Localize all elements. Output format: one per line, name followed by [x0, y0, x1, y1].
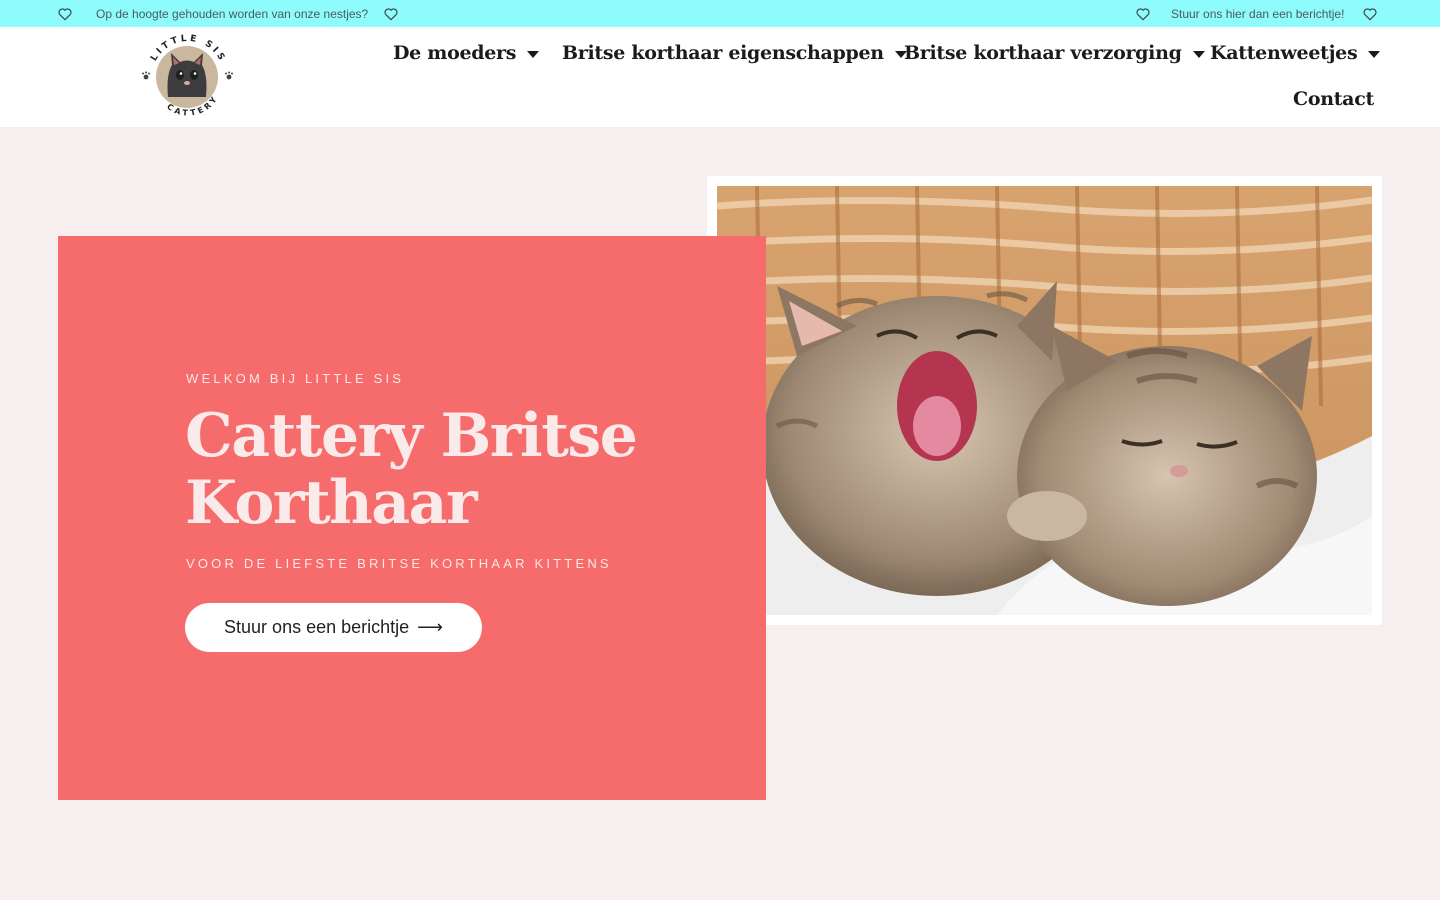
heart-icon [1135, 6, 1151, 22]
announcement-bar: Op de hoogte gehouden worden van onze ne… [0, 0, 1440, 27]
announcement-left[interactable]: Op de hoogte gehouden worden van onze ne… [57, 0, 399, 27]
hero-kittens-image [717, 186, 1372, 615]
nav-label[interactable]: Britse korthaar eigenschappen [562, 42, 884, 64]
nav-item-de-moeders[interactable]: De moeders [393, 42, 540, 64]
heart-icon [1362, 6, 1378, 22]
nav-label[interactable]: De moeders [393, 42, 516, 64]
site-logo[interactable]: LITTLE SIS CATTERY [138, 31, 238, 125]
announcement-right-text[interactable]: Stuur ons hier dan een berichtje! [1171, 7, 1344, 21]
contact-cta-button[interactable]: Stuur ons een berichtje ⟶ [185, 603, 482, 652]
nav-label[interactable]: Contact [1293, 88, 1374, 110]
heart-icon [57, 6, 73, 22]
nav-item-verzorging[interactable]: Britse korthaar verzorging [904, 42, 1205, 64]
hero-eyebrow: WELKOM BIJ LITTLE SIS [186, 371, 405, 386]
caret-down-icon[interactable] [1368, 50, 1381, 58]
heart-icon [383, 6, 399, 22]
hero-title: Cattery Britse Korthaar [185, 401, 638, 538]
nav-label[interactable]: Britse korthaar verzorging [904, 42, 1182, 64]
nav-item-kattenweetjes[interactable]: Kattenweetjes [1210, 42, 1381, 64]
hero-subline: VOOR DE LIEFSTE BRITSE KORTHAAR KITTENS [186, 556, 612, 571]
cta-label[interactable]: Stuur ons een berichtje [224, 617, 409, 638]
site-header: LITTLE SIS CATTERY De moeders Britse kor… [0, 27, 1440, 127]
nav-item-contact[interactable]: Contact [1293, 88, 1374, 110]
announcement-left-text[interactable]: Op de hoogte gehouden worden van onze ne… [96, 7, 368, 21]
arrow-right-icon[interactable]: ⟶ [417, 617, 443, 638]
announcement-right[interactable]: Stuur ons hier dan een berichtje! [1135, 0, 1378, 27]
caret-down-icon[interactable] [527, 50, 540, 58]
caret-down-icon[interactable] [1192, 50, 1205, 58]
nav-label[interactable]: Kattenweetjes [1210, 42, 1358, 64]
nav-item-eigenschappen[interactable]: Britse korthaar eigenschappen [562, 42, 907, 64]
